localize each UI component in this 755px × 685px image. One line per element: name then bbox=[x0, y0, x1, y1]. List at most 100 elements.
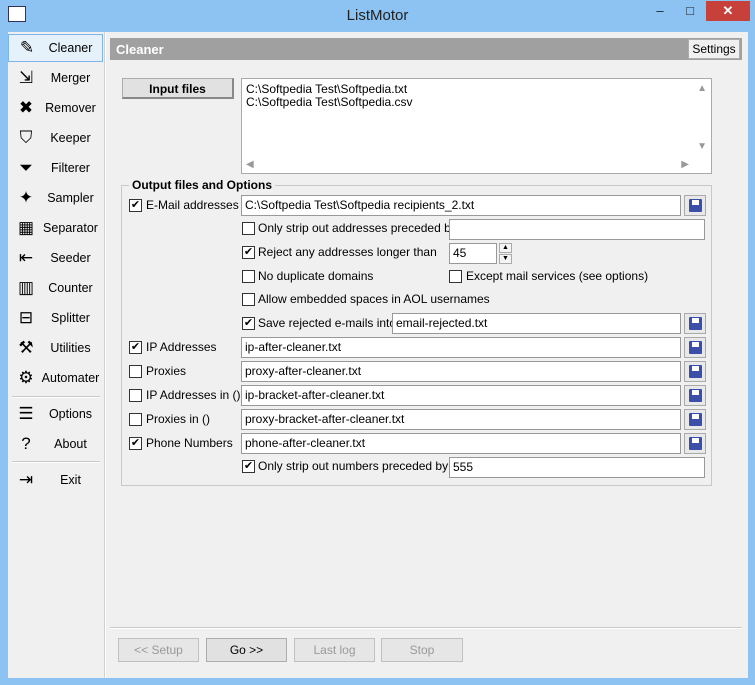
setup-button[interactable]: << Setup bbox=[118, 638, 199, 662]
sidebar-item-splitter[interactable]: ⊟ Splitter bbox=[8, 304, 103, 332]
scroll-up-icon[interactable]: ▲ bbox=[697, 83, 707, 94]
no-duplicate-domains-checkbox[interactable] bbox=[242, 270, 255, 283]
floppy-disk-icon bbox=[689, 389, 702, 402]
strip-numbers-prefix-input[interactable]: 555 bbox=[449, 457, 705, 478]
phone-numbers-input[interactable]: phone-after-cleaner.txt bbox=[241, 433, 681, 454]
strip-addresses-checkbox[interactable] bbox=[242, 222, 255, 235]
proxies-in-checkbox[interactable] bbox=[129, 413, 142, 426]
options-icon: ☰ bbox=[18, 404, 34, 423]
input-files-list[interactable]: C:\Softpedia Test\Softpedia.txt C:\Softp… bbox=[241, 78, 712, 174]
list-item[interactable]: C:\Softpedia Test\Softpedia.csv bbox=[242, 96, 711, 109]
floppy-disk-icon bbox=[689, 341, 702, 354]
rejected-file-input[interactable]: email-rejected.txt bbox=[392, 313, 681, 334]
aol-spaces-checkbox[interactable] bbox=[242, 293, 255, 306]
hammer-icon: ⚒ bbox=[18, 338, 34, 357]
settings-button[interactable]: Settings bbox=[688, 39, 740, 59]
sidebar-item-remover[interactable]: ✖ Remover bbox=[8, 94, 103, 122]
strip-addresses-prefix-input[interactable] bbox=[449, 219, 705, 240]
sidebar-item-sampler[interactable]: ✦ Sampler bbox=[8, 184, 103, 212]
reject-long-checkbox[interactable]: ✔ bbox=[242, 246, 255, 259]
sidebar-item-seeder[interactable]: ⇤ Seeder bbox=[8, 244, 103, 272]
max-length-input[interactable]: 45 bbox=[449, 243, 497, 264]
sidebar-item-label: Remover bbox=[45, 101, 96, 115]
spin-up-button[interactable]: ▲ bbox=[499, 243, 512, 253]
floppy-disk-icon bbox=[689, 317, 702, 330]
email-checkbox[interactable]: ✔ bbox=[129, 199, 142, 212]
sidebar-item-separator[interactable]: ▦ Separator bbox=[8, 214, 103, 242]
sidebar-item-keeper[interactable]: ⛉ Keeper bbox=[8, 124, 103, 152]
divider bbox=[110, 627, 742, 629]
sidebar-item-merger[interactable]: ⇲ Merger bbox=[8, 64, 103, 92]
ip-addresses-checkbox[interactable]: ✔ bbox=[129, 341, 142, 354]
section-header: Cleaner Settings bbox=[110, 38, 742, 60]
eraser-icon: ✎ bbox=[19, 38, 35, 57]
sidebar-separator bbox=[12, 461, 100, 463]
merge-icon: ⇲ bbox=[18, 68, 34, 87]
ip-addresses-in-input[interactable]: ip-bracket-after-cleaner.txt bbox=[241, 385, 681, 406]
sidebar-item-label: Utilities bbox=[50, 341, 91, 355]
proxies-checkbox[interactable] bbox=[129, 365, 142, 378]
email-save-button[interactable] bbox=[684, 195, 706, 216]
proxies-label: Proxies bbox=[146, 364, 187, 378]
sidebar-item-options[interactable]: ☰ Options bbox=[8, 400, 103, 428]
sidebar-item-label: Merger bbox=[50, 71, 91, 85]
sidebar-item-utilities[interactable]: ⚒ Utilities bbox=[8, 334, 103, 362]
go-button[interactable]: Go >> bbox=[206, 638, 287, 662]
scroll-down-icon[interactable]: ▼ bbox=[697, 141, 707, 152]
sidebar-item-about[interactable]: ? About bbox=[8, 430, 103, 458]
ip-addresses-in-label: IP Addresses in () bbox=[146, 388, 241, 402]
except-mail-services-checkbox[interactable] bbox=[449, 270, 462, 283]
ip-addresses-in-save-button[interactable] bbox=[684, 385, 706, 406]
stop-button[interactable]: Stop bbox=[381, 638, 463, 662]
close-button[interactable]: ✕ bbox=[706, 1, 750, 21]
scroll-right-icon[interactable]: ▶ bbox=[681, 159, 689, 170]
sidebar-item-label: Automater bbox=[41, 371, 100, 385]
strip-numbers-label: Only strip out numbers preceded by bbox=[258, 459, 449, 473]
spin-down-button[interactable]: ▼ bbox=[499, 254, 512, 264]
help-icon: ? bbox=[21, 434, 31, 453]
exit-door-icon: ⇥ bbox=[18, 470, 34, 489]
aol-spaces-label: Allow embedded spaces in AOL usernames bbox=[258, 292, 490, 306]
reject-long-label: Reject any addresses longer than bbox=[258, 245, 437, 259]
sidebar-item-counter[interactable]: ▥ Counter bbox=[8, 274, 103, 302]
sidebar-item-automater[interactable]: ⚙ Automater bbox=[8, 364, 103, 392]
ip-addresses-save-button[interactable] bbox=[684, 337, 706, 358]
sidebar-item-filterer[interactable]: ⏷ Filterer bbox=[8, 154, 103, 182]
scroll-left-icon[interactable]: ◀ bbox=[246, 159, 254, 170]
remove-icon: ✖ bbox=[18, 98, 34, 117]
sidebar-item-label: Sampler bbox=[47, 191, 94, 205]
grid-icon: ▦ bbox=[17, 218, 35, 237]
phone-numbers-checkbox[interactable]: ✔ bbox=[129, 437, 142, 450]
sidebar-divider bbox=[104, 32, 106, 678]
sidebar-item-label: Separator bbox=[43, 221, 98, 235]
last-log-button[interactable]: Last log bbox=[294, 638, 375, 662]
email-path-input[interactable]: C:\Softpedia Test\Softpedia recipients_2… bbox=[241, 195, 681, 216]
floppy-disk-icon bbox=[689, 413, 702, 426]
sidebar-item-label: Keeper bbox=[50, 131, 91, 145]
proxies-in-input[interactable]: proxy-bracket-after-cleaner.txt bbox=[241, 409, 681, 430]
sidebar-item-cleaner[interactable]: ✎ Cleaner bbox=[8, 34, 103, 62]
ip-addresses-input[interactable]: ip-after-cleaner.txt bbox=[241, 337, 681, 358]
maximize-button[interactable]: □ bbox=[676, 1, 704, 21]
ip-addresses-label: IP Addresses bbox=[146, 340, 217, 354]
input-files-button[interactable]: Input files bbox=[122, 78, 234, 99]
save-rejected-checkbox[interactable]: ✔ bbox=[242, 317, 255, 330]
minimize-button[interactable]: – bbox=[646, 1, 674, 21]
proxies-in-save-button[interactable] bbox=[684, 409, 706, 430]
ip-addresses-in-checkbox[interactable] bbox=[129, 389, 142, 402]
floppy-disk-icon bbox=[689, 199, 702, 212]
splitter-icon: ⊟ bbox=[18, 308, 34, 327]
phone-numbers-save-button[interactable] bbox=[684, 433, 706, 454]
rejected-save-button[interactable] bbox=[684, 313, 706, 334]
title-bar: ListMotor – □ ✕ bbox=[0, 0, 755, 32]
sidebar-item-label: About bbox=[54, 437, 87, 451]
sidebar-item-label: Filterer bbox=[51, 161, 90, 175]
floppy-disk-icon bbox=[689, 437, 702, 450]
sidebar-item-exit[interactable]: ⇥ Exit bbox=[8, 466, 103, 494]
strip-numbers-checkbox[interactable]: ✔ bbox=[242, 460, 255, 473]
sidebar-item-label: Exit bbox=[60, 473, 81, 487]
strip-addresses-label: Only strip out addresses preceded by bbox=[258, 221, 457, 235]
proxies-save-button[interactable] bbox=[684, 361, 706, 382]
proxies-input[interactable]: proxy-after-cleaner.txt bbox=[241, 361, 681, 382]
sidebar-separator bbox=[12, 396, 100, 398]
